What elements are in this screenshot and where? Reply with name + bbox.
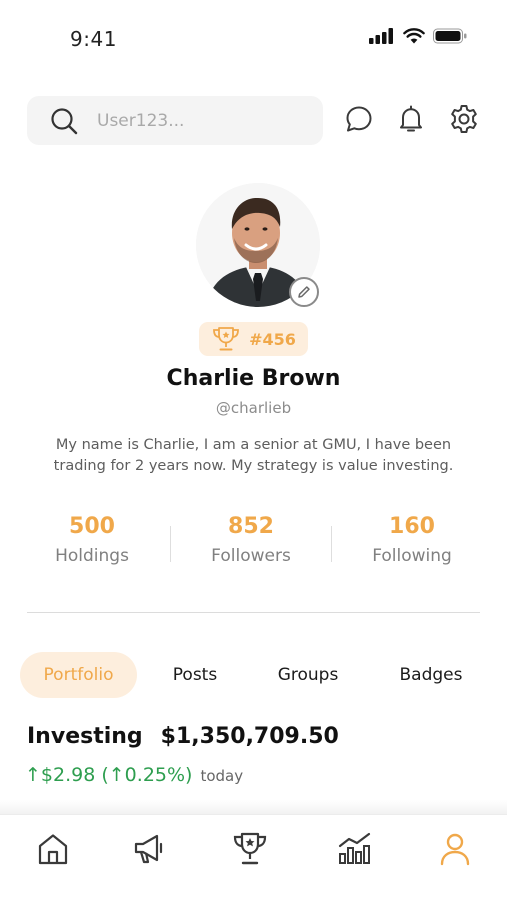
nav-leaderboard[interactable]	[230, 829, 270, 869]
stat-divider	[170, 526, 171, 562]
status-icons	[369, 28, 467, 44]
investing-value: $1,350,709.50	[160, 724, 339, 749]
home-icon	[38, 834, 68, 865]
nav-markets[interactable]	[335, 829, 375, 869]
tab-portfolio[interactable]: Portfolio	[20, 652, 137, 698]
stat-value: 160	[389, 514, 435, 539]
profile-name: Charlie Brown	[166, 366, 341, 391]
tab-posts[interactable]: Posts	[150, 652, 240, 698]
stat-value: 500	[69, 514, 115, 539]
tab-badges[interactable]: Badges	[382, 652, 480, 698]
rank-badge: #456	[199, 322, 308, 356]
chart-icon	[338, 832, 371, 864]
profile-handle: @charlieb	[215, 399, 292, 417]
investing-label: Investing	[27, 724, 143, 749]
search-input[interactable]	[97, 110, 297, 131]
change-value: ↑$2.98 (↑0.25%)	[25, 764, 193, 786]
search-bar[interactable]	[27, 96, 323, 145]
battery-icon	[433, 28, 467, 44]
tab-groups[interactable]: Groups	[258, 652, 358, 698]
bottom-navigation	[0, 814, 507, 900]
signal-icon	[369, 28, 393, 44]
bell-icon[interactable]	[395, 103, 427, 135]
trophy-icon	[233, 832, 267, 865]
status-time: 9:41	[70, 27, 117, 51]
stat-label: Following	[372, 546, 452, 566]
stat-label: Holdings	[55, 546, 129, 566]
bottom-fade	[0, 800, 507, 814]
trophy-icon	[213, 327, 239, 351]
wifi-icon	[403, 28, 425, 44]
settings-gear-icon[interactable]	[448, 103, 480, 135]
search-icon	[49, 106, 79, 136]
stat-label: Followers	[211, 546, 291, 566]
section-divider	[27, 612, 480, 613]
stat-followers[interactable]: 852 Followers	[176, 514, 326, 566]
stat-divider	[331, 526, 332, 562]
megaphone-icon	[134, 834, 163, 864]
portfolio-change: ↑$2.98 (↑0.25%) today	[25, 764, 243, 786]
rank-number: #456	[249, 329, 296, 349]
status-bar: 9:41	[0, 0, 507, 70]
pencil-icon	[298, 286, 310, 298]
nav-profile[interactable]	[435, 829, 475, 869]
profile-stats: 500 Holdings 852 Followers 160 Following	[0, 514, 507, 584]
change-period: today	[200, 767, 244, 785]
profile-icon	[440, 833, 470, 866]
profile-bio: My name is Charlie, I am a senior at GMU…	[53, 437, 454, 474]
stat-holdings[interactable]: 500 Holdings	[17, 514, 167, 566]
stat-following[interactable]: 160 Following	[337, 514, 487, 566]
nav-home[interactable]	[33, 829, 73, 869]
edit-avatar-button[interactable]	[289, 277, 319, 307]
stat-value: 852	[228, 514, 274, 539]
chat-icon[interactable]	[343, 103, 375, 135]
profile-avatar[interactable]	[196, 183, 320, 307]
nav-announcements[interactable]	[129, 829, 169, 869]
portfolio-summary: Investing $1,350,709.50	[27, 724, 339, 749]
